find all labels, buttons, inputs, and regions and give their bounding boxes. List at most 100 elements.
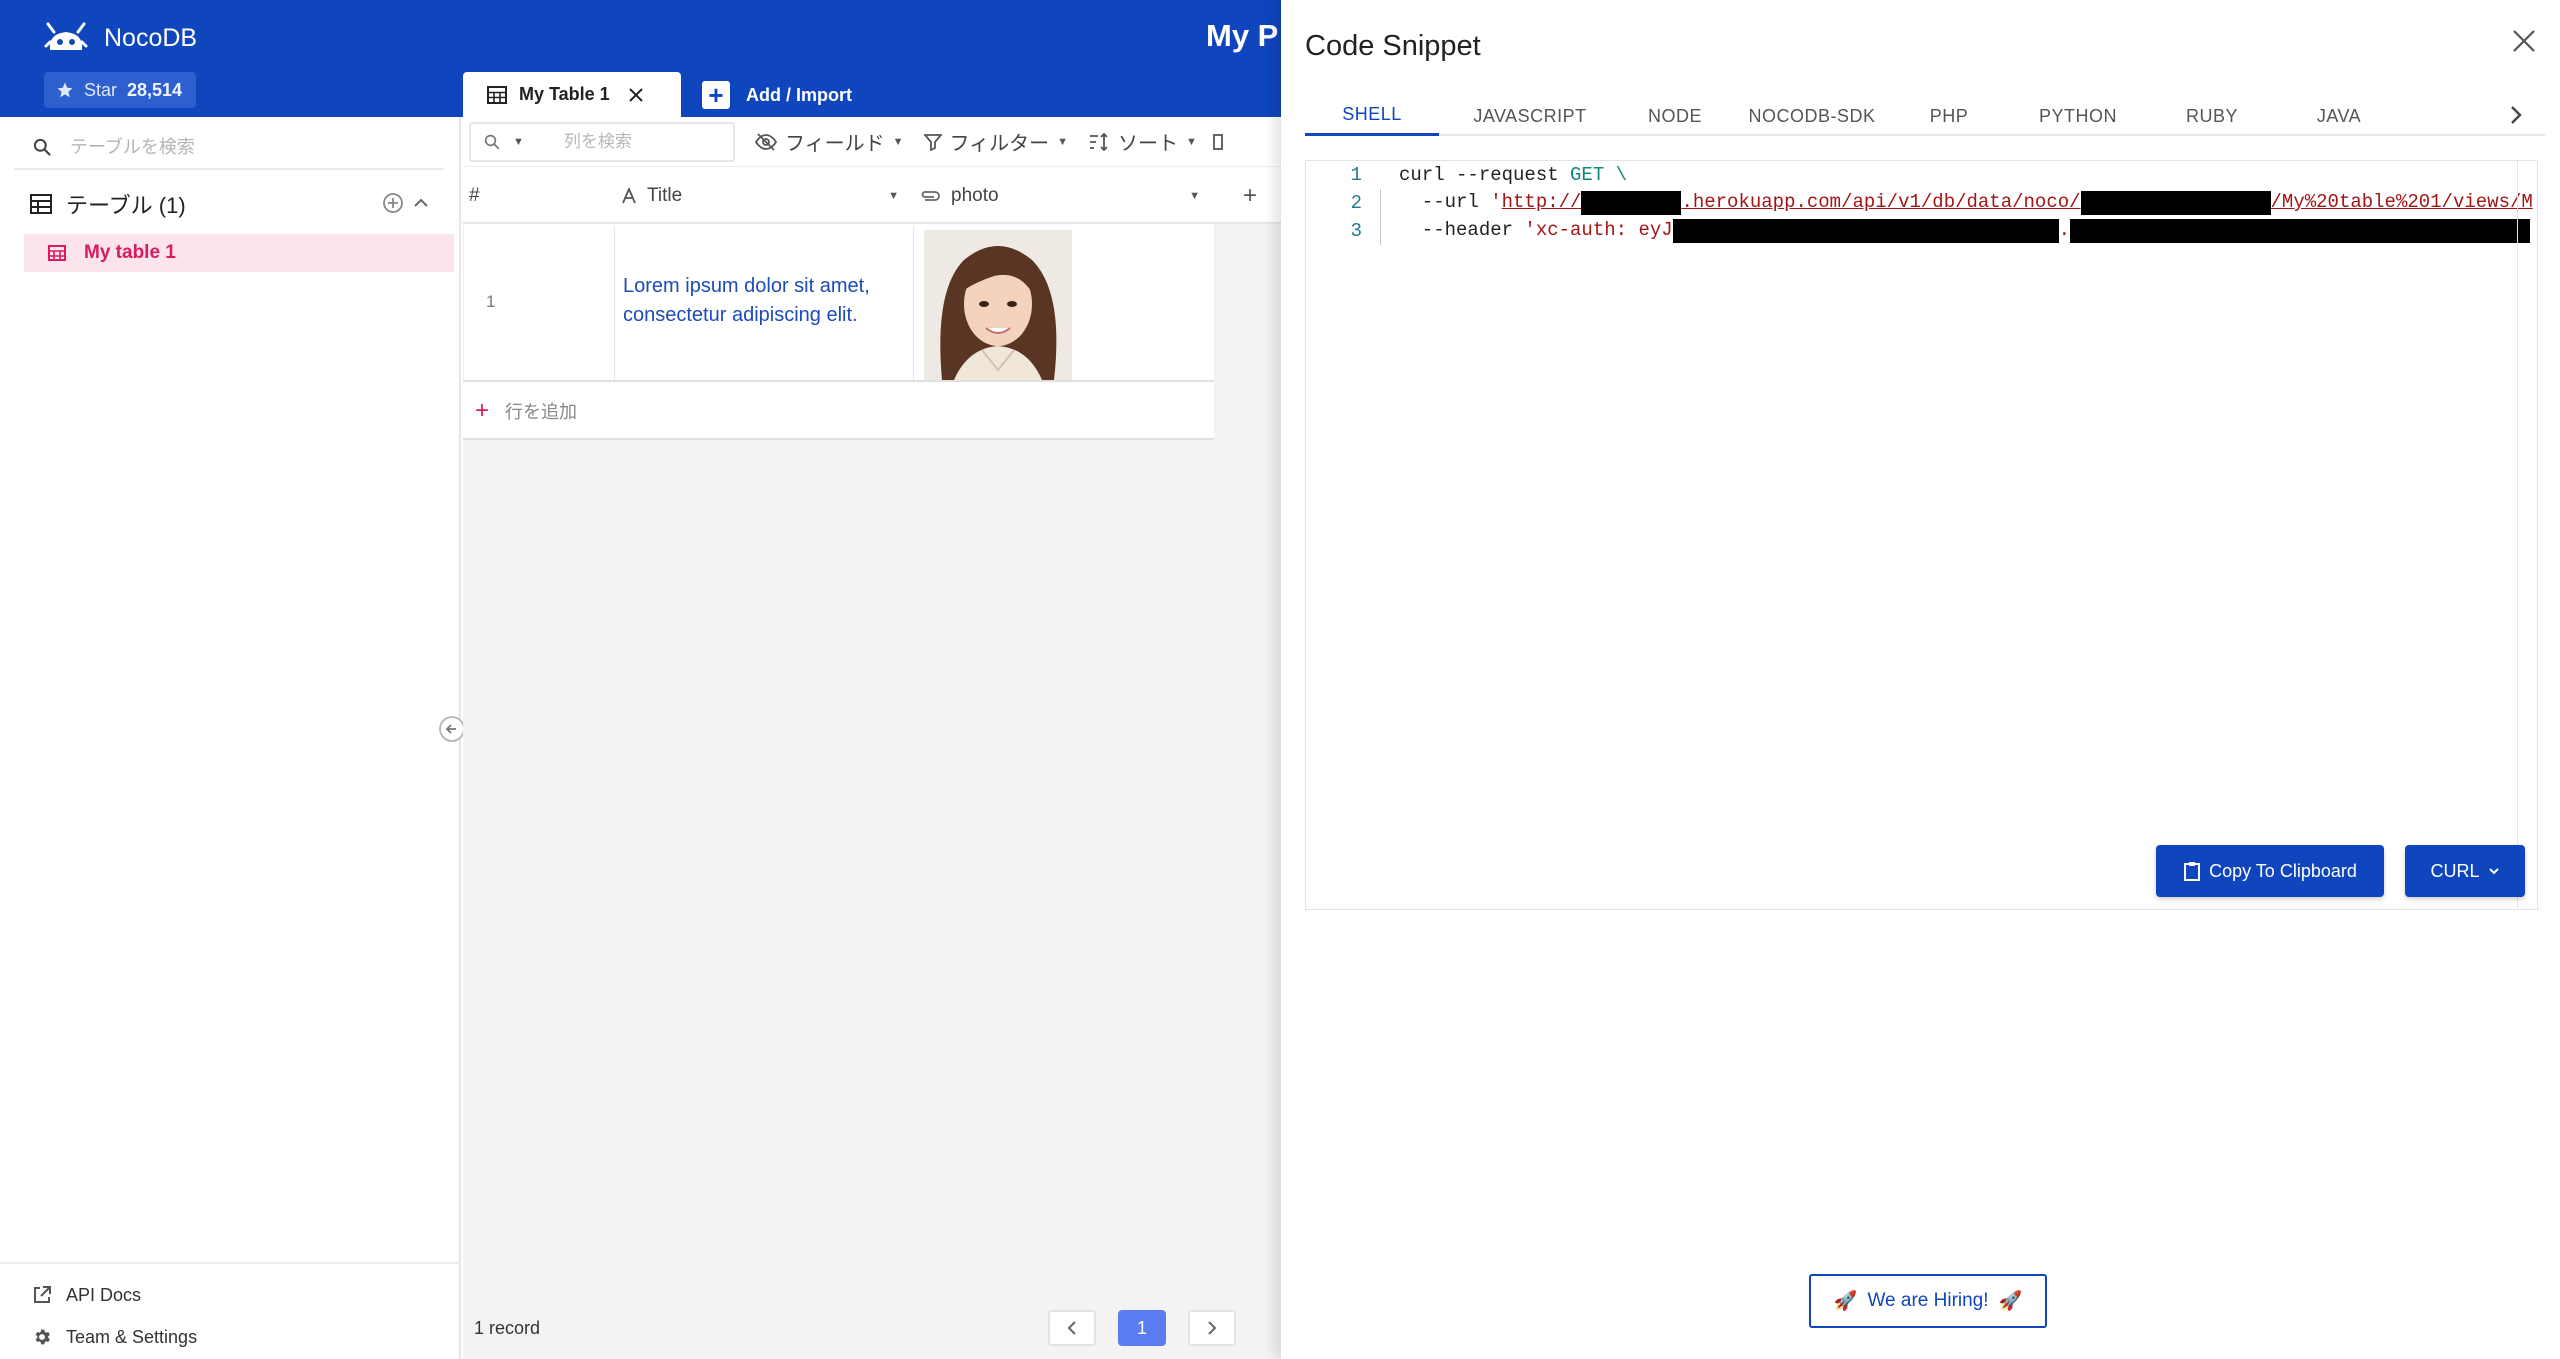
code-url-path: /My%20table%201/views/M xyxy=(2270,191,2533,213)
brand-bar: NocoDB Star 28,514 xyxy=(0,0,461,117)
row-number: 1 xyxy=(486,292,496,311)
chevron-down-icon[interactable]: ▼ xyxy=(513,136,524,148)
table-grid-icon xyxy=(30,194,52,214)
column-search-input[interactable] xyxy=(563,131,714,152)
github-star-button[interactable]: Star 28,514 xyxy=(44,72,197,108)
tab-nocodb-sdk[interactable]: NOCODB-SDK xyxy=(1729,96,1895,136)
tab-ruby[interactable]: RUBY xyxy=(2153,96,2271,136)
sort-icon xyxy=(1090,132,1108,151)
fields-button[interactable]: フィールド ▼ xyxy=(755,127,904,156)
redacted-block xyxy=(1672,219,2059,243)
photo-cell[interactable] xyxy=(914,226,1215,382)
add-column-button[interactable]: + xyxy=(1243,168,1257,224)
sort-button[interactable]: ソート ▼ xyxy=(1088,127,1197,156)
chevron-down-icon[interactable]: ▼ xyxy=(888,190,899,202)
we-are-hiring-button[interactable]: 🚀 We are Hiring! 🚀 xyxy=(1809,1274,2047,1328)
add-row-label: 行を追加 xyxy=(505,402,578,422)
table-search xyxy=(14,126,444,170)
copy-to-clipboard-button[interactable]: Copy To Clipboard xyxy=(2156,845,2384,897)
photo-thumbnail[interactable] xyxy=(924,230,1072,380)
api-docs-label: API Docs xyxy=(66,1284,142,1305)
tab-java[interactable]: JAVA xyxy=(2271,96,2407,136)
code-url-protocol: http:// xyxy=(1501,191,1582,213)
redacted-block xyxy=(2080,191,2271,215)
tabs-next-button[interactable] xyxy=(2509,104,2523,133)
rocket-icon: 🚀 xyxy=(1998,1291,2023,1312)
arrow-left-icon xyxy=(445,724,456,734)
filter-icon xyxy=(923,133,942,151)
code-editor[interactable]: 1 curl --request GET \ 2 --url ' http://.… xyxy=(1305,160,2538,910)
line-number: 3 xyxy=(1350,220,1362,242)
table-icon xyxy=(487,85,507,104)
table-search-input[interactable] xyxy=(70,136,430,158)
tables-heading: テーブル (1) xyxy=(66,193,186,218)
add-import-button[interactable]: + Add / Import xyxy=(702,78,852,112)
table-icon xyxy=(48,245,66,261)
tab-python[interactable]: PYTHON xyxy=(2003,96,2153,136)
column-header-title[interactable]: Title ▼ xyxy=(613,168,913,224)
clipboard-icon xyxy=(2184,862,2201,881)
chevron-down-icon: ▼ xyxy=(1057,135,1068,148)
indent-guide xyxy=(1380,189,1381,245)
attachment-icon xyxy=(921,191,940,201)
fields-label: フィールド xyxy=(785,133,885,155)
star-icon xyxy=(57,82,73,98)
chevron-down-icon xyxy=(2488,868,2499,875)
filter-label: フィルター xyxy=(949,133,1050,155)
nocodb-logo-icon[interactable] xyxy=(44,20,88,56)
hiring-label: We are Hiring! xyxy=(1867,1290,1989,1311)
team-settings-link[interactable]: Team & Settings xyxy=(0,1316,461,1358)
sidebar-item-my-table-1[interactable]: My table 1 xyxy=(24,234,454,272)
chevron-down-icon[interactable]: ▼ xyxy=(1189,190,1200,202)
tables-section-header[interactable]: テーブル (1) xyxy=(30,186,430,222)
column-header-number: # xyxy=(469,185,480,206)
column-header-photo[interactable]: photo ▼ xyxy=(913,168,1214,224)
sidebar-footer: API Docs Team & Settings xyxy=(0,1262,461,1358)
table-row[interactable]: 1 Lorem ipsum dolor sit amet, consectetu… xyxy=(463,226,1215,382)
more-toolbar-icon[interactable] xyxy=(1212,132,1223,152)
add-table-icon[interactable] xyxy=(382,192,404,214)
pagination: 1 xyxy=(1048,1310,1236,1346)
tab-javascript[interactable]: JAVASCRIPT xyxy=(1439,96,1621,136)
code-flag: --url xyxy=(1399,191,1491,213)
code-flag: --header xyxy=(1399,219,1525,241)
code-dot: . xyxy=(2058,219,2071,241)
column-title-label: Title xyxy=(647,185,683,206)
prev-page-button[interactable] xyxy=(1048,1310,1096,1346)
format-select-button[interactable]: CURL xyxy=(2405,845,2525,897)
star-count: 28,514 xyxy=(127,79,183,100)
chevron-down-icon: ▼ xyxy=(1186,135,1197,148)
plus-icon: + xyxy=(475,397,490,424)
close-drawer-button[interactable] xyxy=(2507,24,2541,58)
close-icon[interactable] xyxy=(628,87,644,103)
column-photo-label: photo xyxy=(951,185,999,206)
star-label: Star xyxy=(84,79,118,100)
collapse-sidebar-button[interactable] xyxy=(439,716,465,742)
eye-off-icon xyxy=(755,132,777,151)
title-cell[interactable]: Lorem ipsum dolor sit amet, consectetur … xyxy=(614,226,914,382)
code-url-host: .herokuapp.com/api/v1/db/data/noco/ xyxy=(1681,191,2081,213)
grid-header: # Title ▼ photo ▼ + xyxy=(463,168,1281,224)
editor-scrollbar[interactable] xyxy=(2517,161,2537,909)
line-number: 1 xyxy=(1350,164,1362,186)
tab-label: My Table 1 xyxy=(519,84,610,104)
close-icon xyxy=(2513,30,2535,52)
add-row-button[interactable]: + 行を追加 xyxy=(463,384,1214,440)
api-docs-link[interactable]: API Docs xyxy=(0,1274,461,1316)
filter-button[interactable]: フィルター ▼ xyxy=(923,127,1068,156)
brand-name: NocoDB xyxy=(104,24,198,52)
tab-my-table-1[interactable]: My Table 1 xyxy=(463,72,681,117)
code-continuation: \ xyxy=(1604,164,1628,186)
next-page-button[interactable] xyxy=(1188,1310,1236,1346)
column-search[interactable]: ▼ xyxy=(469,121,735,162)
page-button-current[interactable]: 1 xyxy=(1118,1310,1166,1346)
tab-node[interactable]: NODE xyxy=(1621,96,1729,136)
add-import-label: Add / Import xyxy=(746,84,852,105)
code-line: 2 --url ' http:// .herokuapp.com/api/v1/db… xyxy=(1306,189,2533,217)
gear-icon xyxy=(35,1329,50,1345)
language-tabs: SHELL JAVASCRIPT NODE NOCODB-SDK PHP PYT… xyxy=(1305,96,2545,136)
tab-php[interactable]: PHP xyxy=(1895,96,2003,136)
sort-label: ソート xyxy=(1118,133,1178,155)
tab-shell[interactable]: SHELL xyxy=(1305,96,1439,136)
chevron-up-icon[interactable] xyxy=(412,192,430,214)
